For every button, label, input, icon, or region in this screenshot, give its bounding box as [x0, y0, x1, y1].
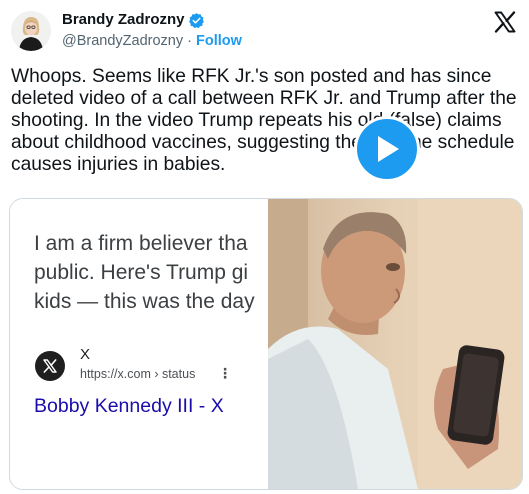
author-name[interactable]: Brandy Zadrozny — [62, 11, 185, 29]
author-avatar[interactable] — [11, 11, 51, 51]
verified-badge-icon — [188, 12, 204, 28]
screenshot-text: I am a firm believer tha public. Here's … — [34, 229, 255, 316]
result-title-link: Bobby Kennedy III - X — [34, 395, 224, 417]
play-button[interactable] — [354, 116, 420, 182]
tweet-text: Whoops. Seems like RFK Jr.'s son posted … — [11, 66, 517, 175]
result-site-name: X — [80, 346, 91, 363]
result-url: https://x.com › status — [80, 367, 196, 381]
avatar-image — [11, 11, 51, 51]
author-name-row[interactable]: Brandy Zadrozny — [62, 11, 205, 29]
handle-separator: · — [187, 33, 192, 49]
x-favicon-icon — [35, 351, 65, 381]
video-thumbnail-image — [268, 199, 522, 489]
handle-row: @BrandyZadrozny · Follow — [62, 32, 242, 50]
screenshot-text-line: public. Here's Trump gi — [34, 261, 249, 284]
play-icon — [378, 136, 399, 162]
screenshot-text-line: I am a firm believer tha — [34, 232, 248, 255]
search-result-screenshot: I am a firm believer tha public. Here's … — [10, 199, 268, 489]
x-logo-icon[interactable] — [493, 10, 517, 34]
screenshot-text-line: kids — this was the day — [34, 290, 255, 313]
tweet-media[interactable]: I am a firm believer tha public. Here's … — [9, 198, 523, 490]
result-menu-icon: ⋮ — [218, 365, 232, 381]
follow-button[interactable]: Follow — [196, 33, 242, 49]
video-thumbnail[interactable] — [268, 199, 522, 489]
author-handle[interactable]: @BrandyZadrozny — [62, 33, 183, 49]
